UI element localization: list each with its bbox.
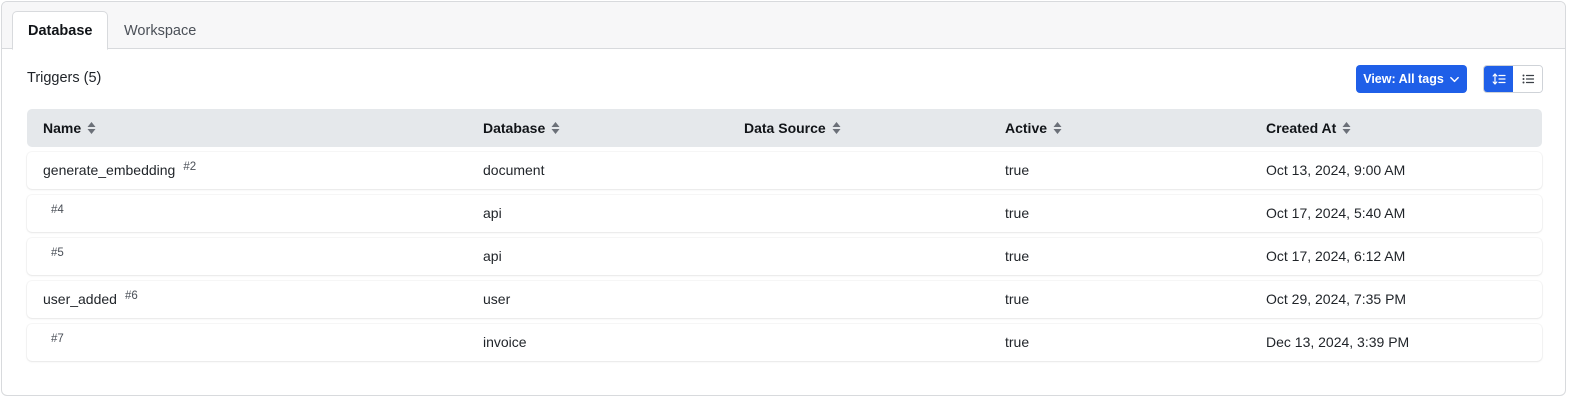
trigger-active: true xyxy=(1005,334,1030,350)
sort-arrows-icon xyxy=(1053,122,1062,134)
triggers-count-title: Triggers (5) xyxy=(27,70,102,86)
tab-bar: Database Workspace xyxy=(2,2,1565,50)
trigger-id: #6 xyxy=(124,290,138,302)
column-header-active[interactable]: Active xyxy=(1005,109,1062,147)
trigger-id: #2 xyxy=(183,161,197,173)
trigger-database: api xyxy=(483,248,502,264)
trigger-id: #7 xyxy=(51,333,64,345)
trigger-created-at: Oct 17, 2024, 5:40 AM xyxy=(1266,205,1406,221)
triggers-panel: Database Workspace Triggers (5) View: Al… xyxy=(1,1,1566,396)
trigger-database: user xyxy=(483,291,511,307)
table-row[interactable]: #7 invoice true Dec 13, 2024, 3:39 PM xyxy=(27,324,1542,361)
table-row[interactable]: #4 api true Oct 17, 2024, 5:40 AM xyxy=(27,195,1542,232)
table-header: Name Database Data Source Active Created… xyxy=(27,109,1542,147)
trigger-active: true xyxy=(1005,205,1030,221)
trigger-created-at: Oct 13, 2024, 9:00 AM xyxy=(1266,162,1406,178)
view-button-label: View: All tags xyxy=(1363,72,1444,86)
tab-database[interactable]: Database xyxy=(12,11,109,50)
sort-arrows-icon xyxy=(832,122,841,134)
bullet-list-icon xyxy=(1522,74,1534,84)
trigger-created-at: Oct 29, 2024, 7:35 PM xyxy=(1266,291,1407,307)
column-header-created-at[interactable]: Created At xyxy=(1266,109,1351,147)
trigger-database: document xyxy=(483,162,545,178)
chevron-down-icon xyxy=(1449,76,1459,82)
trigger-created-at: Dec 13, 2024, 3:39 PM xyxy=(1266,334,1410,350)
table-row[interactable]: #5 api true Oct 17, 2024, 6:12 AM xyxy=(27,238,1542,275)
view-mode-toggle-group xyxy=(1483,65,1543,93)
view-tags-dropdown-button[interactable]: View: All tags xyxy=(1356,65,1467,93)
trigger-id: #4 xyxy=(51,204,64,216)
trigger-created-at: Oct 17, 2024, 6:12 AM xyxy=(1266,248,1406,264)
sort-order-list-icon xyxy=(1492,73,1506,85)
trigger-database: api xyxy=(483,205,502,221)
trigger-name: generate_embedding xyxy=(43,162,176,178)
tab-workspace[interactable]: Workspace xyxy=(108,11,212,50)
trigger-active: true xyxy=(1005,248,1030,264)
sort-arrows-icon xyxy=(87,122,96,134)
column-header-database[interactable]: Database xyxy=(483,109,560,147)
trigger-active: true xyxy=(1005,162,1030,178)
trigger-name: user_added xyxy=(43,291,117,307)
table-row[interactable]: user_added #6 user true Oct 29, 2024, 7:… xyxy=(27,281,1542,318)
trigger-active: true xyxy=(1005,291,1030,307)
bullet-list-view-toggle[interactable] xyxy=(1513,66,1542,92)
sort-arrows-icon xyxy=(551,122,560,134)
sort-arrows-icon xyxy=(1342,122,1351,134)
column-header-data-source[interactable]: Data Source xyxy=(744,109,841,147)
table-row[interactable]: generate_embedding #2 document true Oct … xyxy=(27,152,1542,189)
trigger-id: #5 xyxy=(51,247,64,259)
column-header-name[interactable]: Name xyxy=(43,109,96,147)
sorted-list-view-toggle[interactable] xyxy=(1484,66,1513,92)
trigger-database: invoice xyxy=(483,334,527,350)
